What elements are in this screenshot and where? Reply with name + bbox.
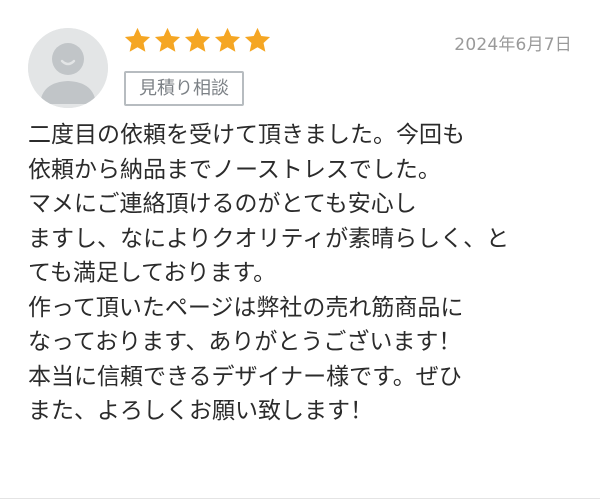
star-icon xyxy=(184,27,211,52)
review-text-line: 作って頂いたページは弊社の売れ筋商品に xyxy=(28,294,464,321)
star-icon xyxy=(244,27,271,52)
review-text-line: 本当に信頼できるデザイナー様です。ぜひ xyxy=(28,363,462,390)
review-card: 2024年6月7日 見積り相談 二度目の依頼を受けて頂きました。今回も 依頼から… xyxy=(0,0,600,499)
review-text-line: なっております、ありがとうございます！ xyxy=(28,329,462,355)
review-date: 2024年6月7日 xyxy=(454,35,572,55)
review-text-line: マメにご連絡頂けるのがとても安心し ますし、なによりクオリティが素晴らしく、と xyxy=(28,187,576,256)
star-icon xyxy=(124,27,151,52)
review-text-line: ても満足しております。 xyxy=(28,260,277,286)
star-icon xyxy=(214,27,241,52)
review-text-line: また、よろしくお願い致します！ xyxy=(28,398,373,424)
default-user-avatar-icon xyxy=(28,28,108,108)
service-tag: 見積り相談 xyxy=(124,71,244,106)
star-rating xyxy=(123,26,272,55)
review-text-wrapped-line: マメにご連絡頂けるのがとても安心し ますし、なによりクオリティが素晴らしく、と xyxy=(28,191,510,252)
review-text-line: 依頼から納品までノーストレスでした。 xyxy=(28,156,441,183)
review-text: 二度目の依頼を受けて頂きました。今回も 依頼から納品までノーストレスでした。 マ… xyxy=(28,118,576,429)
star-icon xyxy=(154,27,181,52)
review-text-line: 二度目の依頼を受けて頂きました。今回も xyxy=(28,122,465,148)
